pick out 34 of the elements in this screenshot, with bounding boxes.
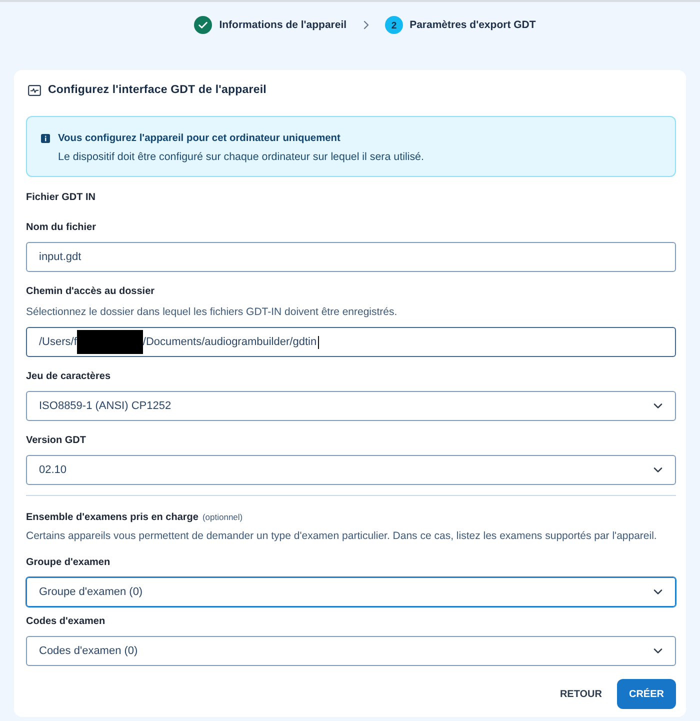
dropdown-select[interactable]: ISO8859-1 (ANSI) CP1252 xyxy=(26,391,676,421)
field-label: Version GDT xyxy=(26,434,88,447)
redaction-block xyxy=(76,330,143,354)
step-number-icon: 2 xyxy=(384,16,403,34)
field-label: Groupe d'examen xyxy=(26,556,112,569)
helper-text: Sélectionnez le dossier dans lequel les fichiers GDT-IN doivent être enregistrés. xyxy=(26,306,398,319)
helper-text: Certains appareils vous permettent de demander un type d'examen particulier. Dans ce cas, listez les examens supportés par l'appareil. xyxy=(26,530,658,543)
chevron-down-icon xyxy=(653,587,663,597)
chevron-down-icon xyxy=(653,401,663,411)
info-text: Le dispositif doit être configuré sur chaque ordinateur sur lequel il sera utilisé. xyxy=(58,151,425,164)
monitor-pulse-icon xyxy=(28,84,41,96)
section-title: Fichier GDT IN xyxy=(26,191,96,204)
field-label: Codes d'examen xyxy=(26,615,106,628)
field-label: Chemin d'accès au dossier xyxy=(26,285,156,298)
info-icon xyxy=(41,134,50,143)
optional-note: (optionnel) xyxy=(202,512,243,522)
file-name-field[interactable]: input.gdt xyxy=(26,242,676,272)
chevron-down-icon xyxy=(653,465,663,475)
create-button[interactable]: CRÉER xyxy=(616,679,676,709)
back-button[interactable]: RETOUR xyxy=(548,679,614,709)
info-title: Vous configurez l'appareil pour cet ordinateur uniquement xyxy=(58,132,342,145)
dropdown-select[interactable]: Groupe d'examen (0) xyxy=(26,577,676,607)
field-label: Jeu de caractères xyxy=(26,370,112,383)
step-label: Paramètres d'export GDT xyxy=(410,19,536,31)
section-title: Ensemble d'examens pris en charge xyxy=(26,511,198,524)
dropdown-select[interactable]: Codes d'examen (0) xyxy=(26,636,676,666)
dropdown-select[interactable]: 02.10 xyxy=(26,455,676,485)
card-title: Configurez l'interface GDT de l'appareil xyxy=(48,84,266,96)
chevron-down-icon xyxy=(653,646,663,656)
text-cursor xyxy=(318,336,319,348)
step-label: Informations de l'appareil xyxy=(219,19,347,31)
folder-path-field[interactable]: /Users/f /Documents/audiogrambuilder/gdtin xyxy=(26,327,676,357)
check-icon xyxy=(194,16,212,34)
field-label: Nom du fichier xyxy=(26,221,98,234)
